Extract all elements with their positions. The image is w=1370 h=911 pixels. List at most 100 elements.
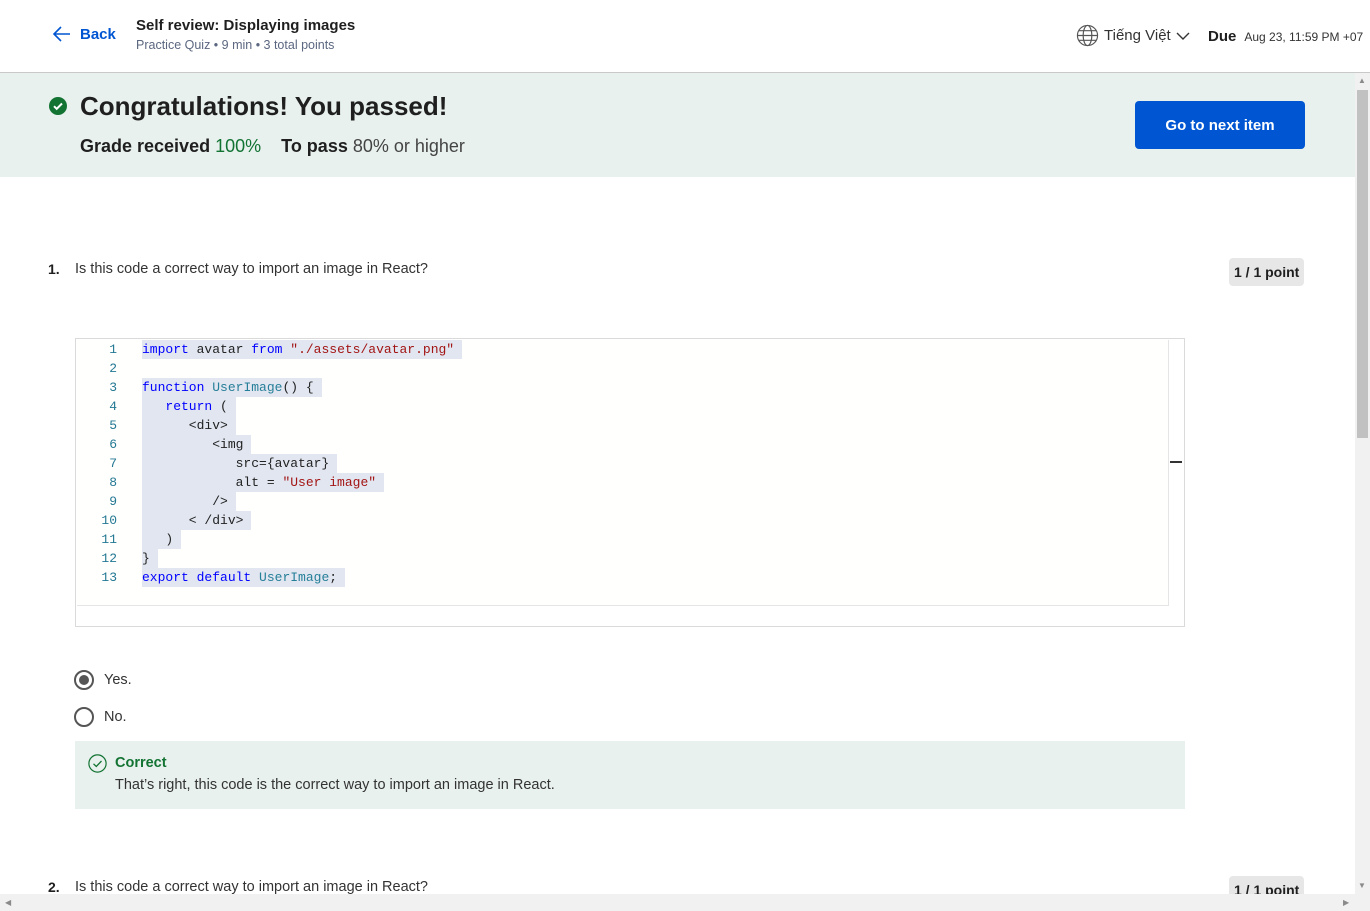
option-no[interactable]: No. <box>74 707 127 727</box>
vertical-scrollbar-thumb[interactable] <box>1357 90 1368 438</box>
due-label: Due <box>1208 28 1237 45</box>
code-token: UserImage <box>212 380 283 395</box>
result-heading: Congratulations! You passed! <box>80 91 448 121</box>
line-number: 10 <box>101 513 117 528</box>
line-number: 5 <box>109 418 117 433</box>
code-text: } <box>142 549 158 568</box>
code-line: 8 alt = "User image" <box>77 473 1168 492</box>
line-number: 2 <box>109 361 117 376</box>
code-token: < /div> <box>142 513 244 528</box>
code-text: <img <box>142 435 252 454</box>
scroll-left-arrow-icon[interactable]: ◀ <box>5 898 11 907</box>
code-line: 12} <box>77 549 1168 568</box>
page-subtitle: Practice Quiz • 9 min • 3 total points <box>136 38 335 52</box>
feedback-panel <box>75 741 1185 809</box>
due-date: Due Aug 23, 11:59 PM +07 <box>1208 28 1363 45</box>
feedback-title: Correct <box>115 755 167 771</box>
code-text: export default UserImage; <box>142 568 346 587</box>
code-token: export <box>142 570 189 585</box>
code-text: /> <box>142 492 236 511</box>
line-number: 7 <box>109 456 117 471</box>
code-token: "User image" <box>282 475 377 490</box>
back-label: Back <box>80 25 116 43</box>
option-label: No. <box>104 709 127 725</box>
option-yes[interactable]: Yes. <box>74 670 132 690</box>
code-line: 13 export default UserImage; <box>77 568 1168 587</box>
back-button[interactable]: Back <box>52 24 116 44</box>
code-token: ( <box>212 399 228 414</box>
item-title-block: Self review: Displaying images Practice … <box>136 17 355 52</box>
language-label: Tiếng Việt <box>1104 27 1171 44</box>
radio-unselected-icon[interactable] <box>74 707 94 727</box>
check-outline-icon <box>88 754 107 773</box>
radio-selected-icon[interactable] <box>74 670 94 690</box>
grade-label: Grade received <box>80 136 211 156</box>
grade-value: 100% <box>215 136 262 156</box>
code-text: function UserImage() { <box>142 378 322 397</box>
code-token: "./assets/avatar.png" <box>290 342 455 357</box>
code-block: 1 import avatar from "./assets/avatar.png… <box>75 338 1185 627</box>
code-line: 7 src={avatar} <box>77 454 1168 473</box>
code-line: 4 return ( <box>77 397 1168 416</box>
code-token: <img <box>142 437 244 452</box>
code-line: 5 <div> <box>77 416 1168 435</box>
quiz-header: Back Self review: Displaying images Prac… <box>0 0 1370 73</box>
scroll-down-arrow-icon[interactable]: ▼ <box>1358 881 1366 890</box>
editor-overview-marker <box>1170 461 1182 463</box>
pass-label: To pass <box>281 136 348 156</box>
question-text: Is this code a correct way to import an … <box>75 261 428 277</box>
code-line: 6 <img <box>77 435 1168 454</box>
line-number: 6 <box>109 437 117 452</box>
code-token: /> <box>142 494 228 509</box>
option-label: Yes. <box>104 672 132 688</box>
code-line: 11 ) <box>77 530 1168 549</box>
code-token: avatar <box>188 342 252 357</box>
check-circle-icon <box>49 97 67 115</box>
due-value: Aug 23, 11:59 PM +07 <box>1244 30 1364 44</box>
code-line: 10 < /div> <box>77 511 1168 530</box>
code-editor: 1 import avatar from "./assets/avatar.png… <box>77 340 1169 606</box>
line-number: 11 <box>101 532 117 547</box>
line-number: 13 <box>101 570 117 585</box>
code-text: return ( <box>142 397 236 416</box>
code-token: src={avatar} <box>142 456 330 471</box>
feedback-text: That’s right, this code is the correct w… <box>115 777 555 793</box>
code-token: alt = <box>142 475 283 490</box>
code-line: 1 import avatar from "./assets/avatar.png… <box>77 340 1168 359</box>
code-text: < /div> <box>142 511 252 530</box>
line-number: 4 <box>109 399 117 414</box>
code-text: <div> <box>142 416 236 435</box>
line-number: 1 <box>109 342 117 357</box>
go-to-next-item-button[interactable]: Go to next item <box>1135 101 1305 149</box>
globe-icon <box>1076 24 1099 47</box>
code-token: from <box>251 342 283 357</box>
page-title: Self review: Displaying images <box>136 17 356 34</box>
horizontal-scrollbar[interactable] <box>0 894 1370 911</box>
scroll-right-arrow-icon[interactable]: ▶ <box>1343 898 1349 907</box>
question-text: Is this code a correct way to import an … <box>75 879 428 895</box>
line-number: 3 <box>109 380 117 395</box>
code-token: } <box>142 551 150 566</box>
language-selector[interactable]: Tiếng Việt <box>1076 24 1190 47</box>
chevron-down-icon <box>1176 32 1190 40</box>
code-text: src={avatar} <box>142 454 338 473</box>
code-token: function <box>142 380 205 395</box>
scroll-up-arrow-icon[interactable]: ▲ <box>1358 76 1366 85</box>
line-number: 9 <box>109 494 117 509</box>
pass-value: 80% or higher <box>352 136 465 156</box>
line-number: 12 <box>101 551 117 566</box>
code-token: UserImage <box>259 570 330 585</box>
code-token: ) <box>142 532 174 547</box>
arrow-left-icon <box>52 26 70 42</box>
question-number: 2. <box>48 879 60 895</box>
grade-summary: Grade received 100% To pass 80% or highe… <box>80 136 465 157</box>
code-token: <div> <box>142 418 228 433</box>
question-number: 1. <box>48 261 60 277</box>
code-line: 2 <box>77 359 1168 378</box>
line-number: 8 <box>109 475 117 490</box>
code-token: ; <box>329 570 338 585</box>
points-badge: 1 / 1 point <box>1229 258 1305 286</box>
code-token: default <box>196 570 252 585</box>
